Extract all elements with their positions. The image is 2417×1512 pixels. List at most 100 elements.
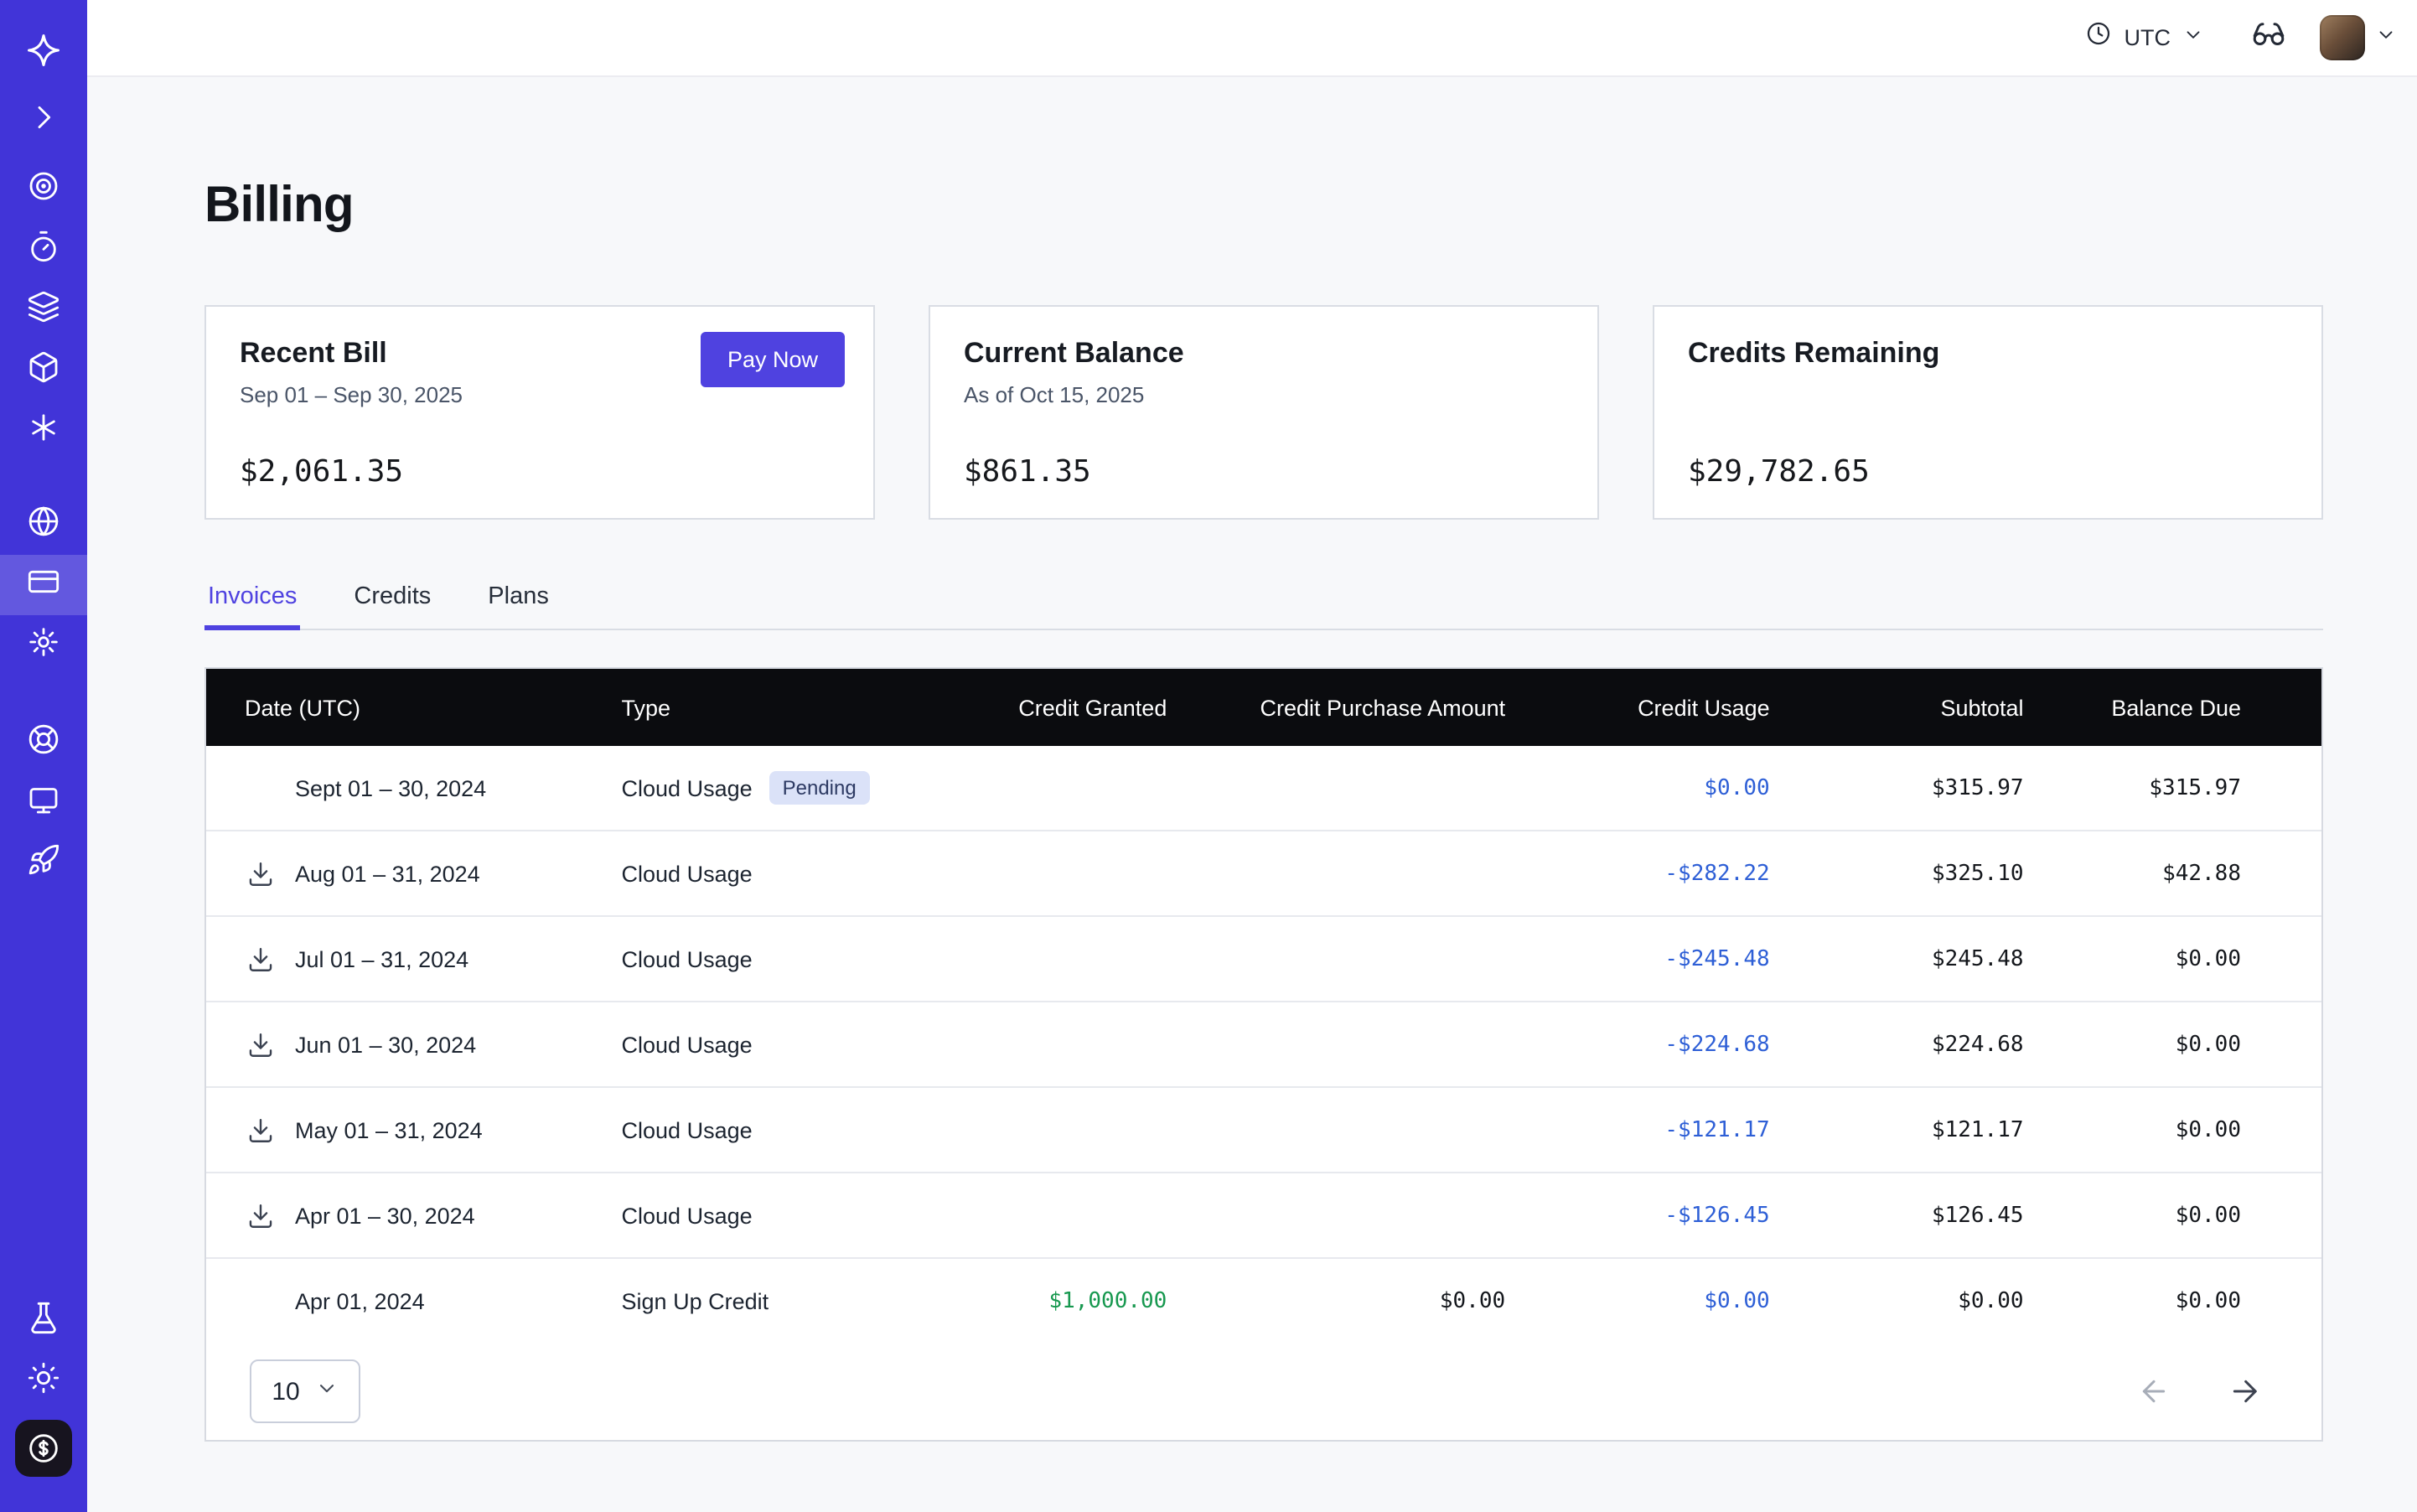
table-row: Jul 01 – 31, 2024 Cloud Usage -$245.48 $… [206, 916, 2321, 1002]
download-invoice-button[interactable] [245, 1029, 275, 1059]
download-invoice-button[interactable] [245, 858, 275, 888]
layers-icon [27, 289, 60, 331]
balance-due-value: $0.00 [2026, 1173, 2321, 1258]
gear-icon [27, 624, 60, 666]
table-header-row: Date (UTC) Type Credit Granted Credit Pu… [206, 669, 2321, 746]
asterisk-icon [27, 410, 60, 452]
app-window: UTC Billing Recent Bill Sep 01 – Sep 30,… [0, 0, 2417, 1512]
download-invoice-button[interactable] [245, 1115, 275, 1145]
chevron-down-icon [2182, 23, 2204, 53]
credit-purchase-value [1168, 1002, 1507, 1087]
col-header-credit-purchase: Credit Purchase Amount [1168, 669, 1507, 746]
subtotal-value: $126.45 [1772, 1173, 2026, 1258]
tab-credits[interactable]: Credits [350, 583, 434, 629]
user-avatar [2320, 15, 2365, 60]
sidebar-item-globe[interactable] [0, 495, 87, 555]
invoices-table: Date (UTC) Type Credit Granted Credit Pu… [204, 667, 2323, 1442]
sidebar-item-asterisk[interactable] [0, 401, 87, 461]
download-invoice-button[interactable] [245, 944, 275, 974]
timer-icon [27, 229, 60, 271]
sidebar-expand-button[interactable] [0, 91, 87, 151]
sparkle-logo-icon [25, 31, 62, 76]
sidebar-item-theme[interactable] [0, 1351, 87, 1411]
sidebar-item-billing[interactable] [0, 555, 87, 615]
subtotal-value: $0.00 [1772, 1258, 2026, 1343]
sidebar-item-cube[interactable] [0, 340, 87, 401]
invoice-type: Cloud Usage [622, 861, 753, 886]
credit-usage-value: $0.00 [1507, 746, 1772, 831]
current-balance-card: Current Balance As of Oct 15, 2025 $861.… [929, 305, 1599, 520]
table-row: Aug 01 – 31, 2024 Cloud Usage -$282.22 $… [206, 831, 2321, 916]
sidebar-item-launch[interactable] [0, 833, 87, 893]
monitor-icon [27, 782, 60, 824]
app-logo[interactable] [0, 23, 87, 84]
balance-due-value: $0.00 [2026, 1258, 2321, 1343]
sidebar-item-timer[interactable] [0, 220, 87, 280]
table-row: May 01 – 31, 2024 Cloud Usage -$121.17 $… [206, 1087, 2321, 1173]
chevron-down-icon [315, 1376, 339, 1406]
credit-card-icon [27, 564, 60, 606]
sidebar-item-settings[interactable] [0, 615, 87, 676]
tab-invoices[interactable]: Invoices [204, 583, 300, 629]
credit-purchase-value [1168, 831, 1507, 916]
previous-page-button[interactable] [2137, 1375, 2171, 1408]
col-header-subtotal: Subtotal [1772, 669, 2026, 746]
cube-icon [27, 350, 60, 391]
rocket-icon [27, 842, 60, 884]
current-balance-amount: $861.35 [964, 454, 1091, 489]
credit-usage-value: $0.00 [1507, 1258, 1772, 1343]
credit-granted-value [946, 1002, 1168, 1087]
timezone-selector[interactable]: UTC [2086, 20, 2205, 55]
credit-granted-value [946, 1173, 1168, 1258]
invoice-period: Jul 01 – 31, 2024 [295, 946, 468, 971]
col-header-credit-granted: Credit Granted [946, 669, 1168, 746]
col-header-type: Type [608, 669, 947, 746]
col-header-date: Date (UTC) [206, 669, 608, 746]
sidebar-item-experiments[interactable] [0, 1291, 87, 1351]
summary-cards: Recent Bill Sep 01 – Sep 30, 2025 $2,061… [204, 305, 2323, 520]
reader-mode-button[interactable] [2251, 16, 2286, 60]
glasses-icon [2251, 16, 2286, 60]
billing-tabs: Invoices Credits Plans [204, 583, 2323, 630]
credit-granted-value [946, 916, 1168, 1002]
table-row: Jun 01 – 30, 2024 Cloud Usage -$224.68 $… [206, 1002, 2321, 1087]
balance-due-value: $0.00 [2026, 1087, 2321, 1173]
table-row: Apr 01, 2024 Sign Up Credit $1,000.00 $0… [206, 1258, 2321, 1343]
chevron-down-icon [2375, 23, 2397, 53]
chevron-right-icon [27, 100, 60, 142]
invoice-type: Cloud Usage [622, 946, 753, 971]
card-title: Credits Remaining [1688, 337, 2288, 370]
status-badge: Pending [769, 771, 870, 805]
flask-icon [27, 1300, 60, 1342]
pay-now-button[interactable]: Pay Now [701, 332, 845, 387]
sidebar-item-console[interactable] [0, 773, 87, 833]
rows-per-page-select[interactable]: 10 [250, 1359, 360, 1423]
account-menu[interactable] [2320, 15, 2397, 60]
sidebar-item-target[interactable] [0, 159, 87, 220]
sun-icon [27, 1360, 60, 1402]
dollar-circle-icon [15, 1420, 72, 1477]
credit-usage-value: -$245.48 [1507, 916, 1772, 1002]
next-page-button[interactable] [2228, 1375, 2261, 1408]
invoice-period: Apr 01, 2024 [295, 1288, 425, 1313]
tab-plans[interactable]: Plans [484, 583, 552, 629]
invoice-period: May 01 – 31, 2024 [295, 1117, 483, 1142]
globe-icon [27, 504, 60, 546]
sidebar-item-support[interactable] [0, 712, 87, 773]
invoice-period: Sept 01 – 30, 2024 [295, 775, 486, 800]
credit-usage-value: -$121.17 [1507, 1087, 1772, 1173]
target-icon [27, 168, 60, 210]
topbar: UTC [87, 0, 2417, 77]
invoice-type: Cloud Usage [622, 775, 753, 800]
invoice-period: Apr 01 – 30, 2024 [295, 1203, 475, 1228]
sidebar-item-layers[interactable] [0, 280, 87, 340]
download-invoice-button[interactable] [245, 1200, 275, 1230]
pagination [2137, 1375, 2261, 1408]
sidebar-item-credits[interactable] [0, 1411, 87, 1485]
invoice-period: Jun 01 – 30, 2024 [295, 1032, 476, 1057]
page-title: Billing [204, 178, 2323, 235]
credits-remaining-card: Credits Remaining $29,782.65 [1653, 305, 2323, 520]
subtotal-value: $245.48 [1772, 916, 2026, 1002]
table-row: Apr 01 – 30, 2024 Cloud Usage -$126.45 $… [206, 1173, 2321, 1258]
table-row: Sept 01 – 30, 2024 Cloud Usage Pending $… [206, 746, 2321, 831]
